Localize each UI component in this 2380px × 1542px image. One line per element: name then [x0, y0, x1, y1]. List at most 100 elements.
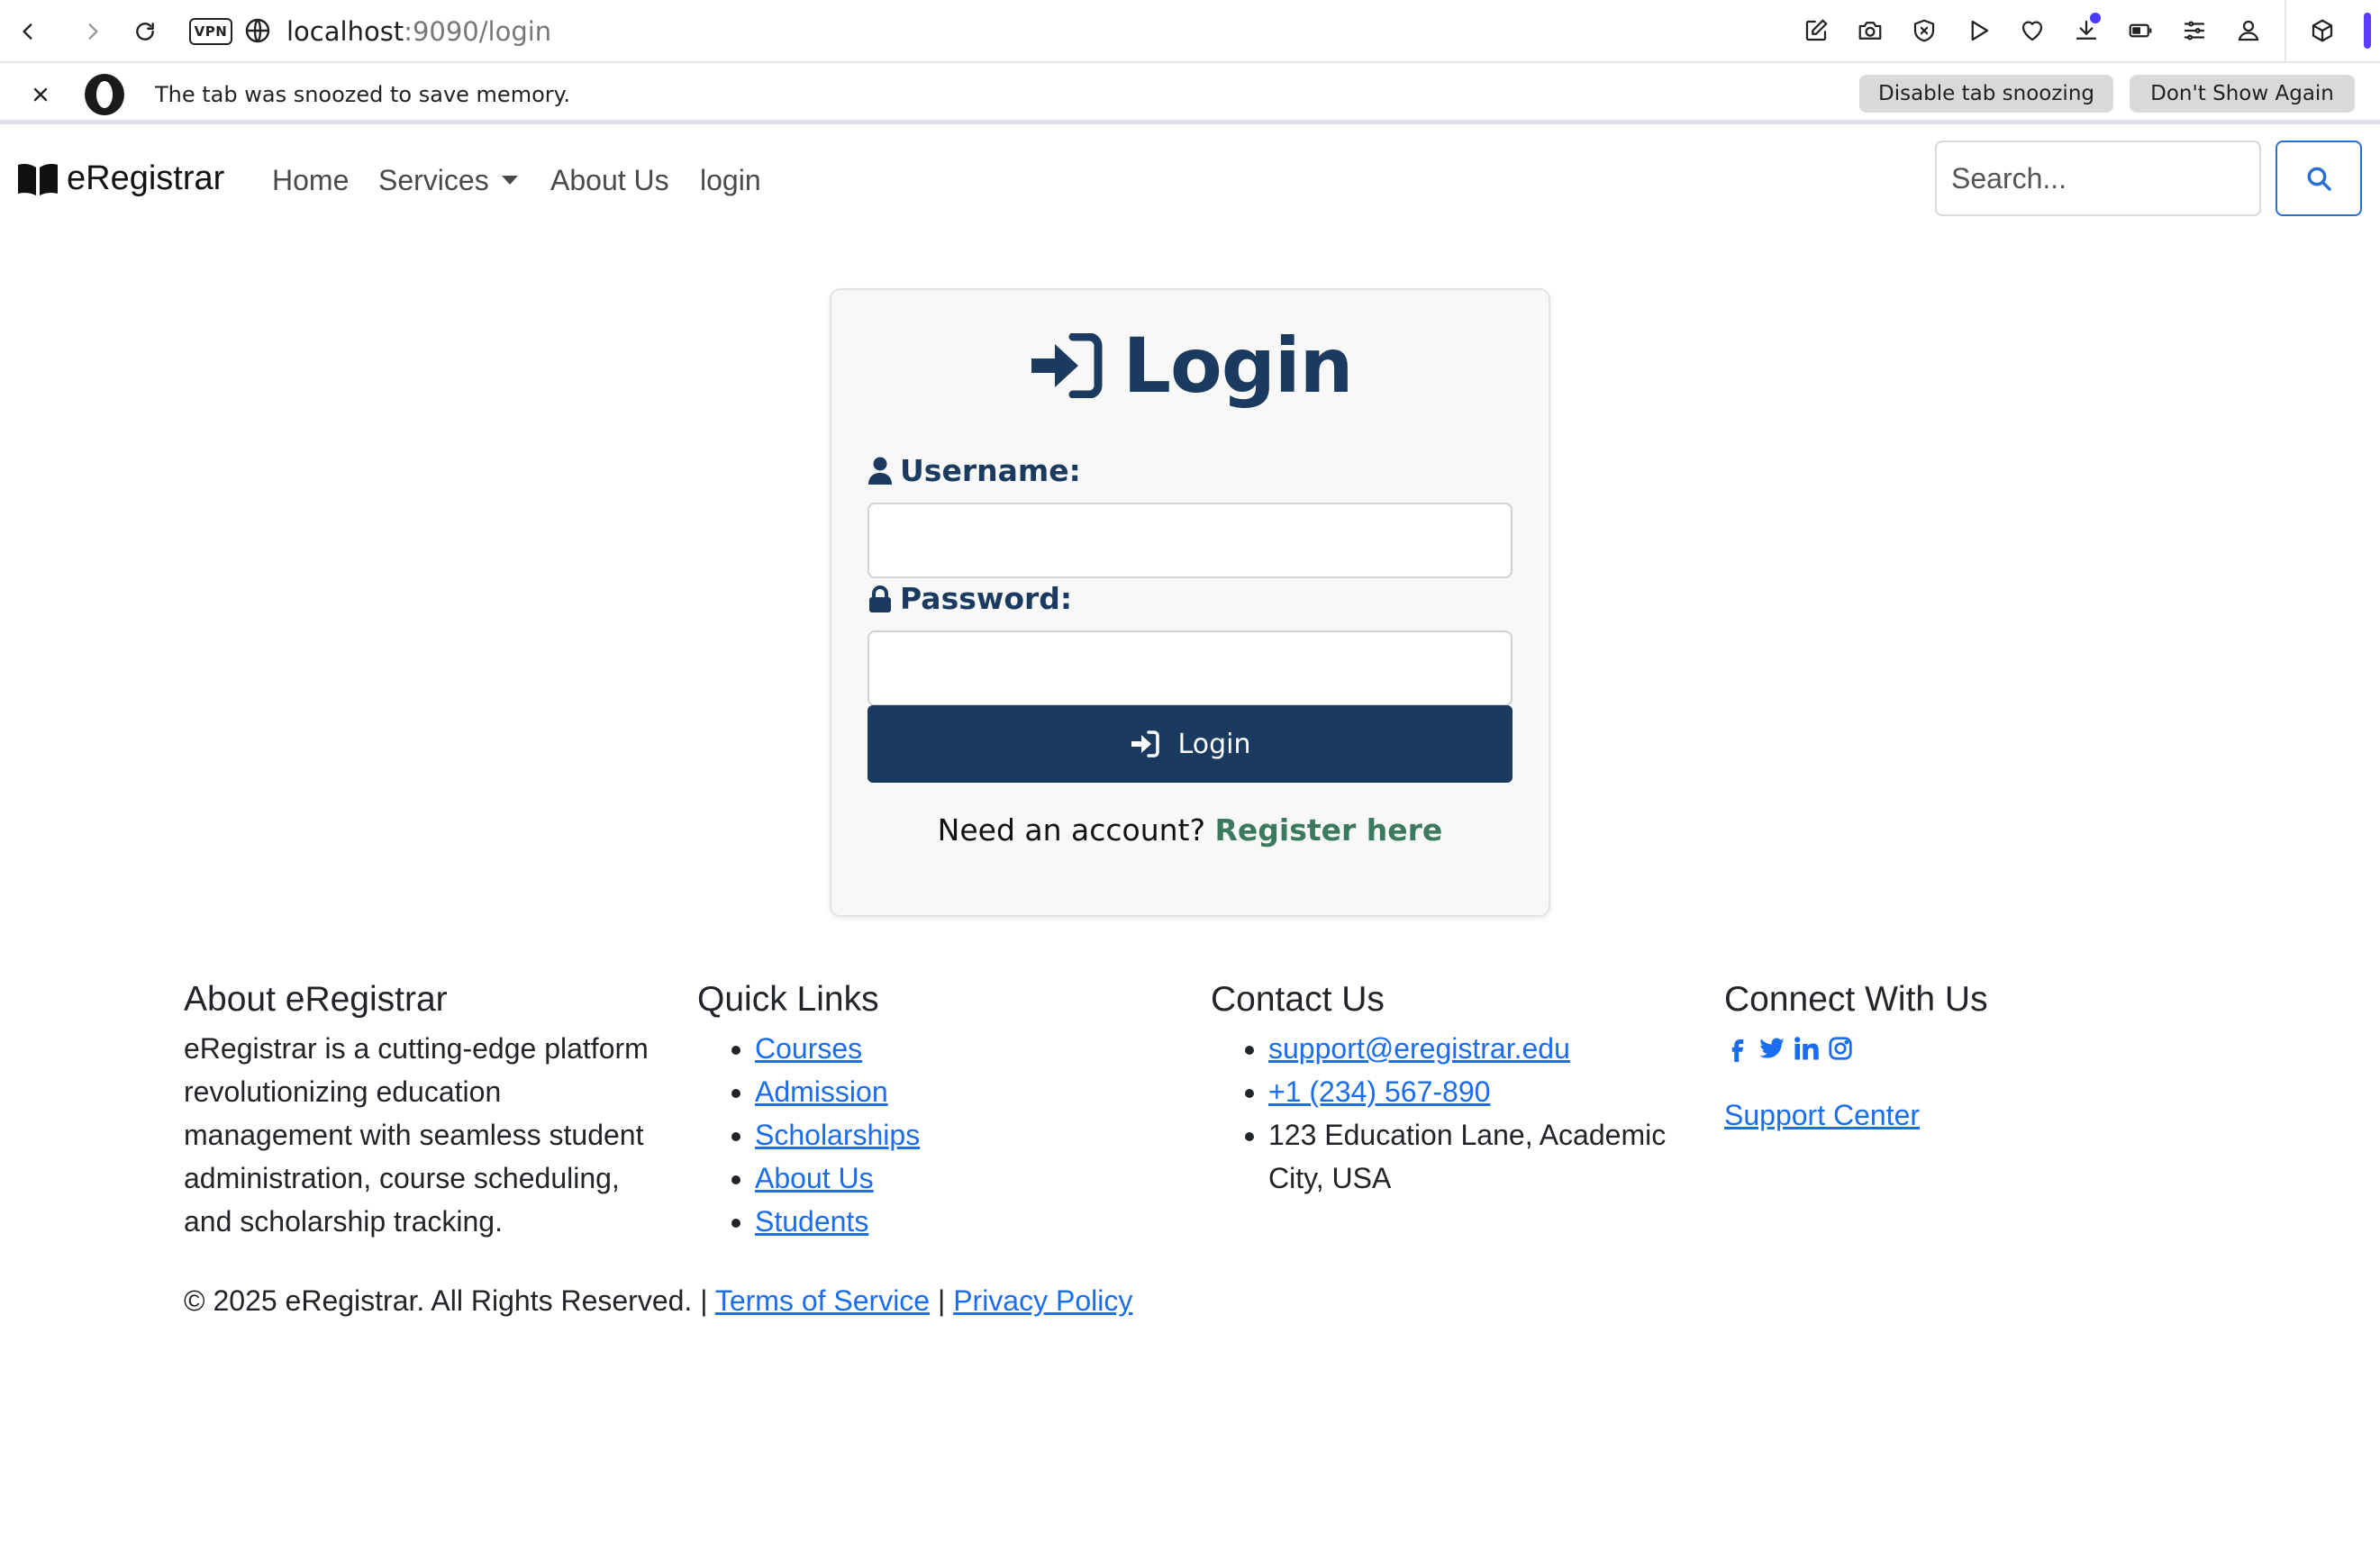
book-open-icon [18, 163, 58, 195]
login-card: Login Username: Password: Login Need an … [830, 288, 1550, 917]
brand-link[interactable]: eRegistrar [16, 159, 224, 198]
search-icon [2307, 167, 2331, 191]
chevron-right-icon [88, 23, 98, 40]
footer-separator: | [937, 1284, 946, 1317]
copyright-text: © 2025 eRegistrar. All Rights Reserved. … [184, 1284, 708, 1317]
contact-list: support@eregistrar.edu +1 (234) 567-890 … [1211, 1027, 1688, 1200]
reload-button[interactable] [128, 14, 162, 49]
nav-about-us[interactable]: About Us [550, 162, 669, 198]
globe-icon [245, 18, 270, 43]
search-input[interactable] [1935, 141, 2261, 216]
snooze-message: The tab was snoozed to save memory. [155, 82, 571, 107]
footer-contact-heading: Contact Us [1211, 980, 1385, 1019]
quick-links-list: Courses Admission Scholarships About Us … [697, 1027, 1184, 1243]
nav-home[interactable]: Home [272, 162, 349, 198]
easy-setup-button[interactable] [2167, 0, 2221, 61]
nav-services-dropdown[interactable]: Services [378, 162, 518, 198]
caret-down-icon [501, 175, 518, 185]
list-item: Scholarships [755, 1113, 1184, 1156]
close-notification-button[interactable] [27, 81, 54, 108]
link-about-us[interactable]: About Us [755, 1162, 874, 1194]
footer-about-heading: About eRegistrar [184, 980, 448, 1019]
vpn-badge[interactable]: VPN [189, 18, 232, 45]
footer-connect: Connect With Us Support Center [1724, 973, 2229, 1137]
extensions-button[interactable] [2295, 0, 2349, 61]
facebook-icon[interactable] [1724, 1035, 1751, 1062]
register-link[interactable]: Register here [1215, 812, 1443, 848]
support-center-link[interactable]: Support Center [1724, 1099, 1920, 1131]
disable-snoozing-button[interactable]: Disable tab snoozing [1859, 75, 2113, 113]
close-icon [33, 87, 48, 102]
opera-logo-icon [85, 74, 124, 115]
url-path: :9090/login [404, 16, 552, 47]
search-button[interactable] [2276, 141, 2362, 216]
nav-services-label: Services [378, 164, 489, 196]
sign-in-icon [1131, 730, 1159, 757]
twitter-icon[interactable] [1758, 1035, 1785, 1062]
reload-icon [136, 23, 154, 41]
link-admission[interactable]: Admission [755, 1075, 888, 1108]
password-label: Password: [868, 581, 1072, 616]
player-button[interactable] [1951, 0, 2005, 61]
url-host: localhost [286, 16, 404, 47]
footer-about-text: eRegistrar is a cutting-edge platform re… [184, 1032, 649, 1238]
contact-address: 123 Education Lane, Academic City, USA [1268, 1113, 1688, 1200]
brand-name: eRegistrar [67, 159, 225, 197]
user-icon [2238, 20, 2259, 41]
contact-phone-link[interactable]: +1 (234) 567-890 [1268, 1075, 1490, 1108]
download-badge [2090, 13, 2101, 23]
favorites-button[interactable] [2005, 0, 2059, 61]
link-courses[interactable]: Courses [755, 1032, 862, 1065]
list-item: Students [755, 1200, 1184, 1243]
privacy-policy-link[interactable]: Privacy Policy [953, 1284, 1132, 1317]
chevron-left-icon [23, 23, 32, 40]
password-label-text: Password: [900, 581, 1073, 616]
list-item: +1 (234) 567-890 [1268, 1070, 1688, 1113]
contact-email-link[interactable]: support@eregistrar.edu [1268, 1032, 1570, 1065]
password-input[interactable] [868, 630, 1512, 706]
terms-of-service-link[interactable]: Terms of Service [715, 1284, 930, 1317]
login-heading: Login [831, 322, 1549, 409]
back-button[interactable] [11, 14, 45, 49]
sidebar-accent [2364, 13, 2371, 49]
list-item: About Us [755, 1156, 1184, 1200]
login-submit-label: Login [1177, 728, 1251, 760]
login-title: Login [1122, 322, 1354, 410]
cube-icon [2312, 19, 2333, 42]
edit-page-button[interactable] [1789, 0, 1843, 61]
footer-quick-links-heading: Quick Links [697, 980, 879, 1019]
list-item: Courses [755, 1027, 1184, 1070]
footer-connect-heading: Connect With Us [1724, 980, 1988, 1019]
battery-icon [2129, 23, 2152, 38]
address-bar[interactable]: localhost:9090/login [286, 14, 551, 49]
user-icon [868, 457, 892, 485]
login-submit-button[interactable]: Login [868, 705, 1512, 783]
register-prompt-text: Need an account? [937, 812, 1205, 848]
social-links [1724, 1027, 2229, 1070]
list-item: support@eregistrar.edu [1268, 1027, 1688, 1070]
browser-toolbar: VPN localhost:9090/login [0, 0, 2380, 63]
nav-login[interactable]: login [700, 162, 761, 198]
linkedin-icon[interactable] [1793, 1035, 1820, 1062]
toolbar-separator [2285, 0, 2286, 62]
toolbar-icons [1789, 0, 2380, 62]
heart-icon [2021, 21, 2043, 41]
instagram-icon[interactable] [1827, 1035, 1854, 1062]
list-item: Admission [755, 1070, 1184, 1113]
link-scholarships[interactable]: Scholarships [755, 1119, 920, 1151]
adblock-button[interactable] [1897, 0, 1951, 61]
downloads-button[interactable] [2059, 0, 2113, 61]
snapshot-button[interactable] [1843, 0, 1897, 61]
username-input[interactable] [868, 503, 1512, 578]
battery-saver-button[interactable] [2113, 0, 2167, 61]
username-label: Username: [868, 453, 1081, 488]
profile-button[interactable] [2221, 0, 2276, 61]
username-label-text: Username: [900, 453, 1081, 488]
forward-button[interactable] [76, 14, 110, 49]
footer-about: About eRegistrar eRegistrar is a cutting… [184, 973, 670, 1243]
link-students[interactable]: Students [755, 1205, 868, 1238]
dont-show-again-button[interactable]: Don't Show Again [2130, 75, 2355, 113]
snooze-notification: The tab was snoozed to save memory. Disa… [0, 65, 2380, 124]
copyright-line: © 2025 eRegistrar. All Rights Reserved. … [184, 1279, 1132, 1322]
